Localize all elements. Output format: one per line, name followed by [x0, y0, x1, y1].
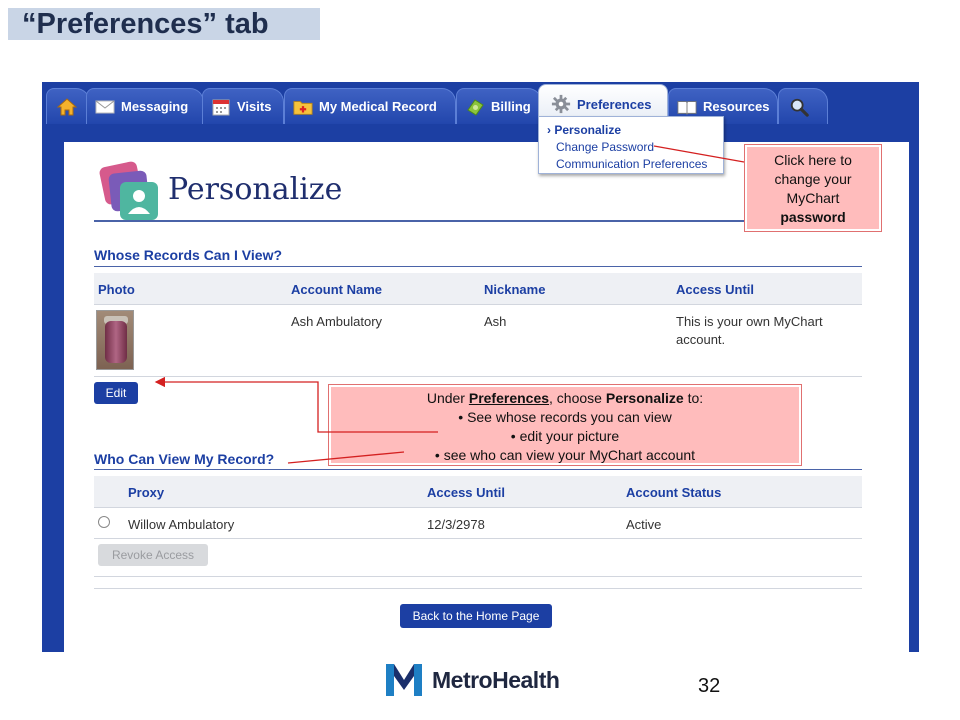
callout-bullet: see who can view your MyChart account: [329, 446, 801, 465]
account-name: Ash Ambulatory: [291, 314, 383, 329]
personalize-icon: [96, 160, 166, 226]
metrohealth-logo: MetroHealth: [384, 655, 570, 705]
nickname: Ash: [484, 314, 507, 329]
menu-item-communication-preferences[interactable]: Communication Preferences: [547, 156, 715, 173]
callout-bullet: edit your picture: [329, 427, 801, 446]
metrohealth-logo-icon: [386, 664, 422, 696]
callout-text: , choose: [549, 390, 606, 406]
back-to-home-button[interactable]: Back to the Home Page: [400, 604, 552, 628]
menu-item-change-password[interactable]: Change Password: [547, 139, 715, 156]
envelope-icon: [95, 98, 115, 116]
callout-line: change your: [774, 171, 852, 187]
revoke-access-button[interactable]: Revoke Access: [98, 544, 208, 566]
proxy-access-until: 12/3/2978: [427, 517, 485, 532]
callout-line: MyChart: [786, 190, 840, 206]
money-icon: [465, 98, 485, 116]
column-header: Proxy: [128, 485, 165, 500]
calendar-icon: [211, 98, 231, 116]
row-divider: [94, 376, 862, 377]
medical-folder-icon: [293, 98, 313, 116]
tab-resources-label: Resources: [703, 99, 770, 114]
search-icon: [789, 98, 809, 117]
edit-button[interactable]: Edit: [94, 382, 138, 404]
callout-preferences: Preferences: [468, 390, 550, 406]
whose-records-heading: Whose Records Can I View?: [94, 247, 283, 263]
access-until-line2: account.: [676, 332, 726, 347]
row-divider: [94, 588, 862, 589]
tab-bar: Messaging Visits My Medical Record Billi…: [42, 84, 919, 128]
gear-icon: [551, 94, 571, 114]
callout-line: Click here to: [774, 152, 852, 168]
callout-text: Under: [426, 390, 469, 406]
user-photo: [96, 310, 134, 370]
tab-home[interactable]: [46, 88, 90, 124]
row-divider: [94, 538, 862, 539]
tab-messaging-label: Messaging: [121, 99, 189, 114]
who-can-view-heading: Who Can View My Record?: [94, 451, 275, 467]
whose-records-divider: [94, 266, 862, 267]
tab-visits[interactable]: Visits: [202, 88, 284, 124]
tab-medical-record[interactable]: My Medical Record: [284, 88, 456, 124]
proxy-name: Willow Ambulatory: [128, 517, 235, 532]
personalize-callout: Under Preferences, choose Personalize to…: [328, 384, 802, 466]
logo-text: MetroHealth: [432, 666, 560, 693]
tab-search[interactable]: [778, 88, 828, 124]
book-icon: [677, 98, 697, 116]
who-can-view-divider: [94, 469, 862, 470]
who-can-view-table-header: Proxy Access Until Account Status: [94, 476, 862, 508]
proxy-radio[interactable]: [98, 516, 110, 528]
slide-title: “Preferences” tab: [8, 8, 320, 40]
column-header: Access Until: [676, 282, 755, 297]
callout-personalize: Personalize: [605, 390, 684, 406]
column-header: Account Status: [626, 485, 722, 500]
preferences-dropdown: › Personalize Change Password Communicat…: [538, 116, 724, 174]
tab-preferences-label: Preferences: [577, 96, 652, 112]
page-title: Personalize: [168, 172, 343, 207]
whose-records-table-header: Photo Account Name Nickname Access Until: [94, 273, 862, 305]
photo-jar: [105, 321, 127, 363]
callout-text: to:: [683, 390, 704, 406]
home-icon: [57, 97, 77, 116]
menu-item-personalize[interactable]: › Personalize: [547, 122, 715, 139]
password-callout: Click here to change your MyChart passwo…: [744, 144, 882, 232]
tab-billing-label: Billing: [491, 99, 531, 114]
access-until-line1: This is your own MyChart: [676, 314, 823, 329]
tab-medical-record-label: My Medical Record: [319, 99, 437, 114]
column-header: Nickname: [484, 282, 546, 297]
column-header: Access Until: [427, 485, 506, 500]
tab-visits-label: Visits: [237, 99, 272, 114]
row-divider: [94, 576, 862, 577]
page-number: 32: [698, 675, 721, 697]
callout-intro: Under Preferences, choose Personalize to…: [329, 389, 801, 408]
callout-line: password: [780, 209, 846, 225]
tab-billing[interactable]: Billing: [456, 88, 542, 124]
column-header: Photo: [98, 282, 135, 297]
proxy-account-status: Active: [626, 517, 662, 532]
column-header: Account Name: [291, 282, 383, 297]
callout-bullet: See whose records you can view: [329, 408, 801, 427]
tab-messaging[interactable]: Messaging: [86, 88, 204, 124]
